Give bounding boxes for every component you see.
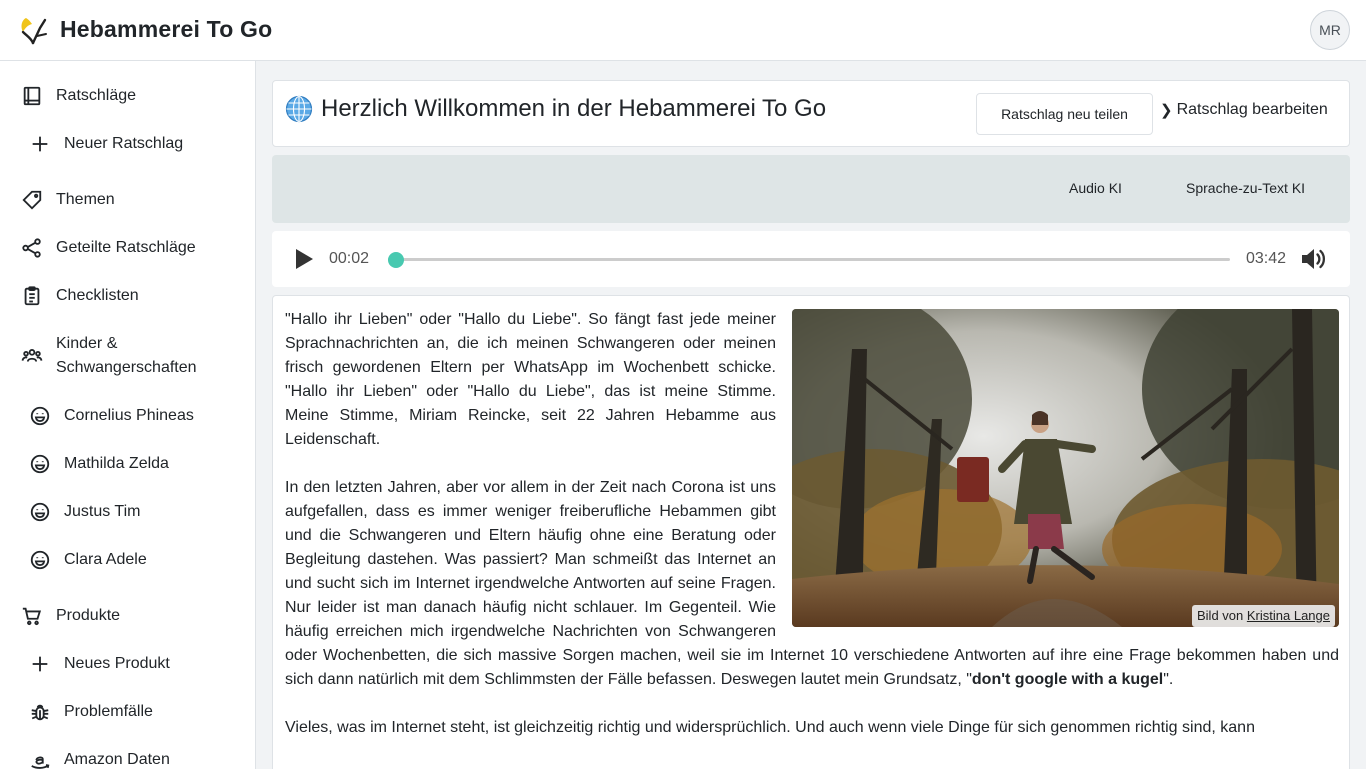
sidebar-item-cornelius-phineas[interactable]: Cornelius Phineas (0, 404, 255, 428)
sidebar-item-label: Mathilda Zelda (64, 455, 169, 472)
smiley-icon (29, 405, 51, 427)
top-bar: Hebammerei To Go MR (0, 0, 1366, 61)
play-icon[interactable] (290, 246, 316, 272)
share-advice-button[interactable]: Ratschlag neu teilen (976, 93, 1153, 135)
article-text: ". (1163, 671, 1174, 688)
users-icon (21, 345, 43, 367)
sidebar-item-geteilte-ratschlaege[interactable]: Geteilte Ratschläge (0, 236, 255, 260)
sidebar-item-neues-produkt[interactable]: Neues Produkt (0, 652, 255, 676)
volume-icon[interactable] (1299, 244, 1329, 274)
smiley-icon (29, 549, 51, 571)
sidebar-item-label: Produkte (56, 607, 121, 624)
total-time: 03:42 (1246, 250, 1287, 267)
sidebar-item-ratschlaege[interactable]: Ratschläge (0, 84, 255, 108)
sidebar: Ratschläge Neuer Ratschlag Themen Geteil… (0, 61, 256, 769)
sidebar-item-label: Checklisten (56, 287, 139, 304)
page-title: Herzlich Willkommen in der Hebammerei To… (285, 95, 826, 123)
sidebar-item-produkte[interactable]: Produkte (0, 604, 255, 628)
current-time: 00:02 (329, 250, 370, 267)
sidebar-item-problemfaelle[interactable]: Problemfälle (0, 700, 255, 724)
share-icon (21, 237, 43, 259)
image-credit-author-link[interactable]: Kristina Lange (1247, 608, 1330, 623)
sidebar-item-label: Geteilte Ratschläge (56, 239, 196, 256)
sidebar-item-kinder-schwangerschaften[interactable]: Kinder & Schwangerschaften (0, 332, 255, 380)
sidebar-item-justus-tim[interactable]: Justus Tim (0, 500, 255, 524)
sidebar-item-label: Ratschläge (56, 87, 137, 104)
image-credit-prefix: Bild von (1197, 608, 1244, 623)
plus-icon (29, 133, 51, 155)
sidebar-item-label: Kinder & Schwangerschaften (56, 335, 197, 376)
sidebar-item-mathilda-zelda[interactable]: Mathilda Zelda (0, 452, 255, 476)
image-credit: Bild von Kristina Lange (1192, 605, 1335, 627)
sidebar-item-themen[interactable]: Themen (0, 188, 255, 212)
page-title-text: Herzlich Willkommen in der Hebammerei To… (321, 95, 827, 122)
article-image: Bild von Kristina Lange (792, 309, 1339, 627)
article-body: Bild von Kristina Lange "Hallo ihr Liebe… (285, 308, 1339, 764)
sidebar-item-label: Amazon Daten (64, 751, 170, 768)
tab-sprache-zu-text-ki[interactable]: Sprache-zu-Text KI (1186, 180, 1305, 196)
sidebar-item-label: Clara Adele (64, 551, 147, 568)
app-logo-icon[interactable] (18, 14, 48, 46)
plus-icon (29, 653, 51, 675)
smiley-icon (29, 501, 51, 523)
ai-tabs-bar: Audio KI Sprache-zu-Text KI (272, 155, 1350, 223)
main-content: Herzlich Willkommen in der Hebammerei To… (256, 61, 1366, 769)
sidebar-item-label: Themen (56, 191, 115, 208)
smiley-icon (29, 453, 51, 475)
amazon-icon (29, 749, 51, 769)
clipboard-icon (21, 285, 43, 307)
app-title[interactable]: Hebammerei To Go (60, 16, 272, 43)
article-emphasis: don't google with a kugel (971, 671, 1164, 688)
article-paragraph: Vieles, was im Internet steht, ist gleic… (285, 719, 1255, 736)
sidebar-item-label: Cornelius Phineas (64, 407, 194, 424)
audio-player: 00:02 03:42 (272, 231, 1350, 287)
bug-icon (29, 701, 51, 723)
sidebar-item-label: Problemfälle (64, 703, 153, 720)
edit-advice-button[interactable]: ❯ Ratschlag bearbeiten (1160, 101, 1328, 119)
sidebar-item-neuer-ratschlag[interactable]: Neuer Ratschlag (0, 132, 255, 156)
article-card: Bild von Kristina Lange "Hallo ihr Liebe… (272, 295, 1350, 769)
user-avatar[interactable]: MR (1310, 10, 1350, 50)
chevron-right-icon: ❯ (1160, 102, 1173, 119)
sidebar-item-label: Neues Produkt (64, 655, 170, 672)
sidebar-item-amazon-daten[interactable]: Amazon Daten (0, 748, 255, 769)
tab-audio-ki[interactable]: Audio KI (1069, 180, 1122, 196)
sidebar-item-label: Justus Tim (64, 503, 141, 520)
book-icon (21, 85, 43, 107)
progress-thumb[interactable] (388, 251, 405, 268)
progress-slider[interactable] (388, 251, 1230, 268)
page-header: Herzlich Willkommen in der Hebammerei To… (272, 80, 1350, 147)
tag-icon (21, 189, 43, 211)
globe-icon (285, 95, 313, 123)
sidebar-item-clara-adele[interactable]: Clara Adele (0, 548, 255, 572)
cart-icon (21, 605, 43, 627)
edit-advice-label: Ratschlag bearbeiten (1176, 101, 1328, 118)
sidebar-item-label: Neuer Ratschlag (64, 135, 184, 152)
sidebar-item-checklisten[interactable]: Checklisten (0, 284, 255, 308)
